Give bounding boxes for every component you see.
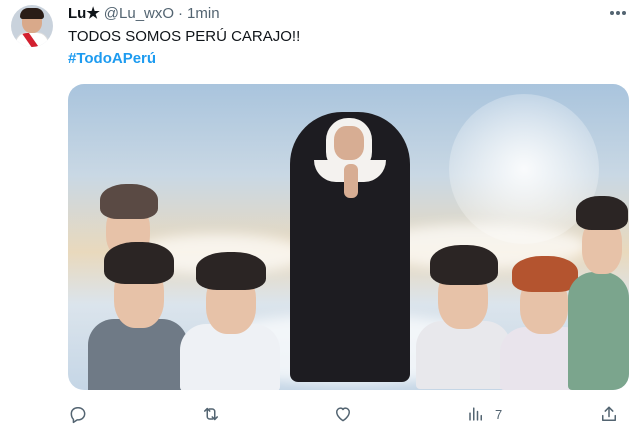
share-button[interactable] xyxy=(599,402,619,426)
views-bar-chart-icon xyxy=(469,407,482,421)
tweet-card[interactable]: Lu★ @Lu_wxO · 1min TODOS SOMOS PERÚ CARA… xyxy=(0,0,640,435)
header-separator: · xyxy=(178,4,184,22)
tweet-timestamp[interactable]: 1min xyxy=(187,5,220,22)
avatar[interactable] xyxy=(11,5,53,47)
like-button[interactable] xyxy=(333,402,363,426)
views-button[interactable]: 7 xyxy=(465,402,502,426)
author-handle[interactable]: @Lu_wxO xyxy=(104,5,174,22)
avatar-shirt xyxy=(15,32,49,47)
tweet-actions-bar: 7 xyxy=(68,400,629,428)
reply-icon xyxy=(70,407,86,424)
avatar-hair xyxy=(20,8,44,19)
praying-person-6 xyxy=(568,194,629,390)
retweet-icon xyxy=(204,407,218,421)
praying-person-2 xyxy=(88,234,188,390)
more-options-button[interactable] xyxy=(606,6,630,20)
author-display-name[interactable]: Lu★ xyxy=(68,4,100,22)
views-count: 7 xyxy=(495,406,503,422)
tweet-header: Lu★ @Lu_wxO · 1min xyxy=(68,4,220,23)
heart-icon xyxy=(336,407,350,422)
tweet-text: TODOS SOMOS PERÚ CARAJO!! xyxy=(68,28,301,45)
share-icon xyxy=(602,406,616,421)
more-horizontal-icon xyxy=(610,11,614,15)
praying-person-3 xyxy=(180,246,280,390)
tweet-media-image[interactable] xyxy=(68,84,629,390)
hashtag-link[interactable]: #TodoAPerú xyxy=(68,49,156,69)
reply-button[interactable] xyxy=(68,402,98,426)
retweet-button[interactable] xyxy=(201,402,231,426)
praying-person-4 xyxy=(416,239,511,389)
